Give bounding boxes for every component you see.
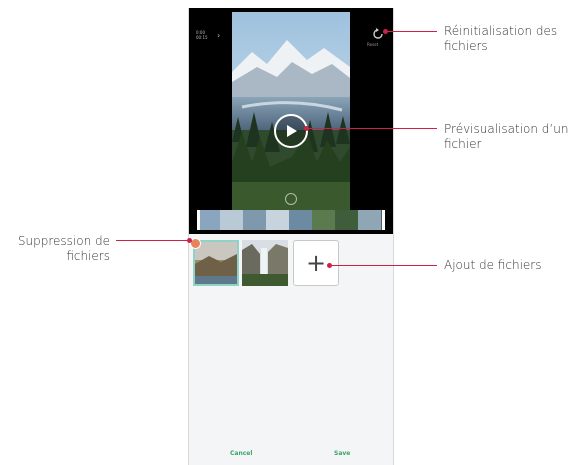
trim-handle-right[interactable]	[382, 210, 385, 230]
timeline-filmstrip[interactable]	[197, 210, 385, 230]
film-frame	[312, 210, 335, 230]
callout-add: Ajout de fichiers	[444, 258, 542, 272]
file-thumbnail[interactable]	[193, 240, 239, 286]
callout-line	[330, 265, 437, 266]
film-frame	[266, 210, 289, 230]
film-frame	[335, 210, 358, 230]
film-frame	[358, 210, 381, 230]
video-preview[interactable]	[232, 12, 350, 212]
callout-line	[116, 240, 190, 241]
film-frame	[197, 210, 220, 230]
cancel-button[interactable]: Cancel	[230, 450, 252, 457]
reset-label: Reset	[367, 42, 379, 47]
callout-line	[307, 128, 437, 129]
play-button[interactable]	[274, 114, 308, 148]
add-file-button[interactable]: +	[293, 240, 339, 286]
phone-screen: 0:00 00:15 › Reset + Cancel Save	[188, 8, 394, 465]
callout-preview: Prévisualisation d’un fichier	[444, 122, 569, 151]
trim-handle-left[interactable]	[197, 210, 200, 230]
video-editor-area: 0:00 00:15 › Reset	[189, 8, 393, 234]
callout-line	[386, 31, 437, 32]
film-frame	[220, 210, 243, 230]
film-frame	[289, 210, 312, 230]
callout-dot	[187, 238, 192, 243]
file-thumbnails: +	[189, 240, 393, 292]
chevron-right-icon: ›	[217, 31, 221, 40]
play-icon	[287, 125, 297, 137]
film-frame	[243, 210, 266, 230]
callout-reset: Réinitialisation des fichiers	[444, 24, 558, 53]
callout-delete: Suppression de fichiers	[17, 234, 110, 263]
clock-icon	[285, 193, 297, 205]
time-label: 0:00 00:15	[196, 30, 208, 40]
file-thumbnail[interactable]	[242, 240, 288, 286]
save-button[interactable]: Save	[334, 450, 350, 457]
